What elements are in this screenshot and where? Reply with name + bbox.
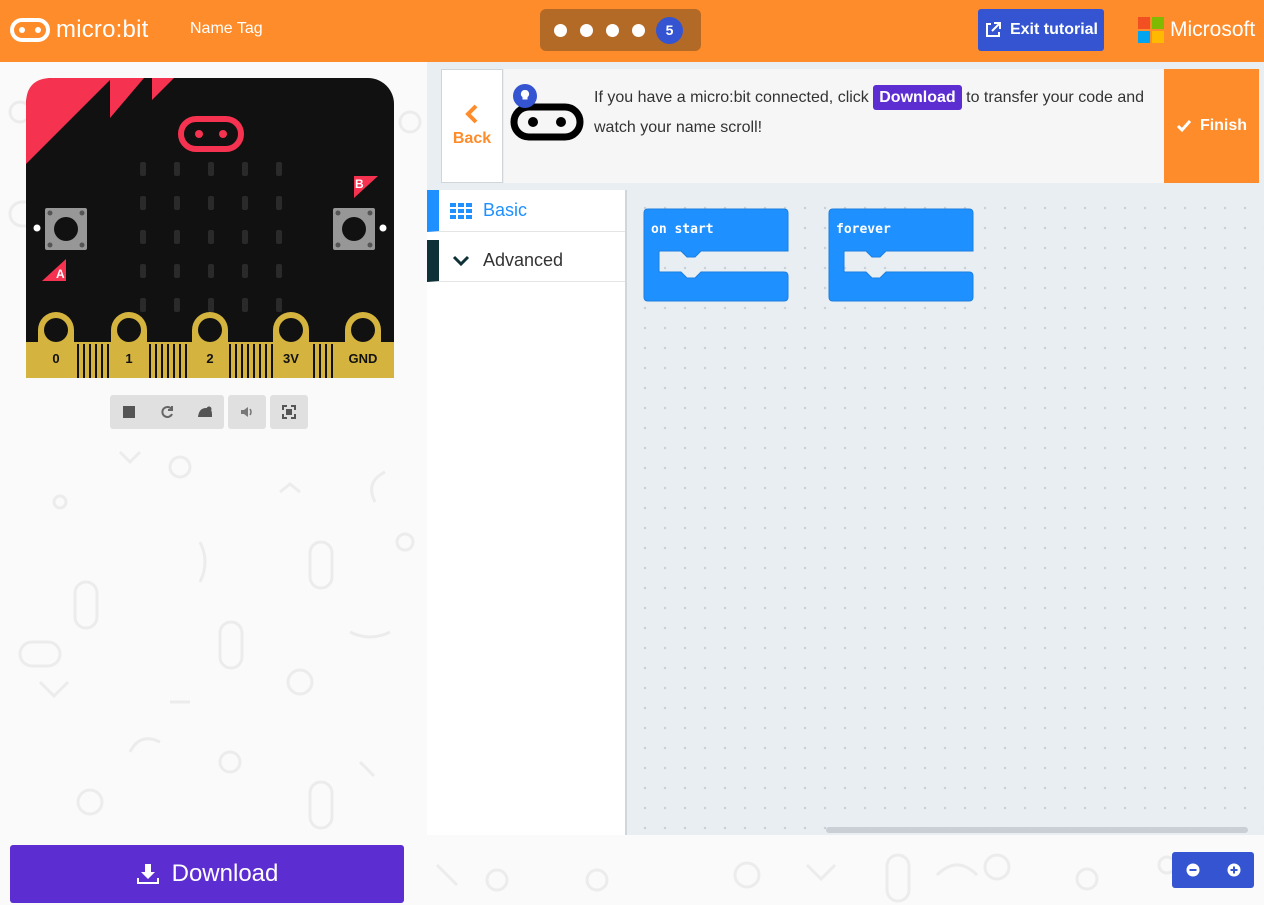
pin-1-label: 1 xyxy=(125,351,132,366)
hint-download-chip: Download xyxy=(873,85,962,110)
pin-0-label: 0 xyxy=(52,351,59,366)
category-basic-label: Basic xyxy=(483,200,528,220)
exit-tutorial-label: Exit tutorial xyxy=(1009,21,1098,38)
workspace-horizontal-scrollbar[interactable] xyxy=(826,827,1248,833)
microbit-logo-icon xyxy=(10,18,50,42)
category-advanced-label: Advanced xyxy=(483,250,564,270)
on-start-block[interactable]: on start xyxy=(643,208,789,307)
zoom-in-icon xyxy=(1227,863,1240,877)
external-link-icon xyxy=(985,22,1001,37)
mute-group xyxy=(228,395,266,429)
simulator-pane: A B 0 1 2 3V GND xyxy=(0,62,427,905)
pin-gnd[interactable]: GND xyxy=(345,312,381,378)
stop-button[interactable] xyxy=(110,395,148,429)
on-start-label: on start xyxy=(651,222,714,237)
slow-motion-button[interactable] xyxy=(186,395,224,429)
step-dot-4[interactable] xyxy=(632,23,645,37)
button-b-label: B xyxy=(355,177,364,191)
fullscreen-group xyxy=(270,395,308,429)
step-dot-2[interactable] xyxy=(580,23,593,37)
pin-0[interactable]: 0 xyxy=(38,312,74,378)
microsoft-logo-icon xyxy=(1138,17,1164,43)
hint-card: If you have a micro:bit connected, click… xyxy=(504,69,1164,183)
download-icon xyxy=(136,864,159,884)
zoom-in-button[interactable] xyxy=(1213,852,1254,888)
hint-text: If you have a micro:bit connected, click… xyxy=(594,83,1154,143)
step-dot-3[interactable] xyxy=(606,23,619,37)
microsoft-logo[interactable]: Microsoft xyxy=(1138,17,1255,43)
microbit-logo[interactable]: micro:bit xyxy=(10,16,148,44)
fullscreen-icon xyxy=(282,405,296,419)
pin-3v[interactable]: 3V xyxy=(273,312,309,378)
sim-control-group xyxy=(110,395,224,429)
finish-label: Finish xyxy=(1199,117,1248,134)
download-label: Download xyxy=(171,860,279,887)
stop-icon xyxy=(123,406,135,418)
zoom-out-button[interactable] xyxy=(1172,852,1213,888)
bottom-bar xyxy=(427,835,1264,905)
pin-3v-label: 3V xyxy=(283,351,299,366)
pin-gnd-label: GND xyxy=(349,351,378,366)
mute-button[interactable] xyxy=(228,395,266,429)
forever-label: forever xyxy=(836,222,891,237)
finish-button[interactable]: Finish xyxy=(1164,69,1259,183)
project-name[interactable]: Name Tag xyxy=(190,20,263,38)
slow-motion-icon xyxy=(198,406,212,417)
step-current[interactable]: 5 xyxy=(656,16,683,44)
simulator-controls xyxy=(110,395,308,429)
restart-button[interactable] xyxy=(148,395,186,429)
fullscreen-button[interactable] xyxy=(270,395,308,429)
top-bar: micro:bit Name Tag 5 Exit tutorial Micro… xyxy=(0,0,1264,62)
zoom-out-icon xyxy=(1186,863,1199,877)
bottom-pattern xyxy=(435,853,1177,903)
tutorial-step-indicator: 5 xyxy=(540,9,701,51)
back-button[interactable]: Back xyxy=(441,69,503,183)
microbit-board[interactable]: A B 0 1 2 3V GND xyxy=(26,78,394,378)
toolbox-category-advanced[interactable]: Advanced xyxy=(427,240,625,282)
mute-icon xyxy=(241,407,252,417)
zoom-controls xyxy=(1172,852,1254,888)
brand-name: micro:bit xyxy=(56,16,149,43)
chevron-left-icon xyxy=(465,104,478,124)
download-button[interactable]: Download xyxy=(10,845,404,903)
toolbox-category-basic[interactable]: Basic xyxy=(427,190,625,232)
forever-block[interactable]: forever xyxy=(828,208,974,307)
tutorial-hint-bar: Back If you have a micro:bit connected, … xyxy=(427,62,1264,190)
chevron-down-icon xyxy=(452,255,470,266)
blocks-workspace[interactable]: on start forever xyxy=(627,190,1264,835)
toolbox: Basic Advanced xyxy=(427,190,627,835)
exit-tutorial-button[interactable]: Exit tutorial xyxy=(978,9,1104,51)
button-a-label: A xyxy=(56,267,65,281)
back-label: Back xyxy=(452,130,492,147)
pin-2-label: 2 xyxy=(206,351,213,366)
microbit-hint-icon xyxy=(510,84,584,141)
checkmark-icon xyxy=(1176,120,1192,133)
hint-text-start: If you have a micro:bit connected, click xyxy=(594,89,869,106)
pin-1[interactable]: 1 xyxy=(111,312,147,378)
step-dot-1[interactable] xyxy=(554,23,567,37)
grid-icon xyxy=(450,202,472,219)
company-name: Microsoft xyxy=(1170,18,1256,41)
pin-2[interactable]: 2 xyxy=(192,312,228,378)
restart-icon xyxy=(161,406,173,418)
